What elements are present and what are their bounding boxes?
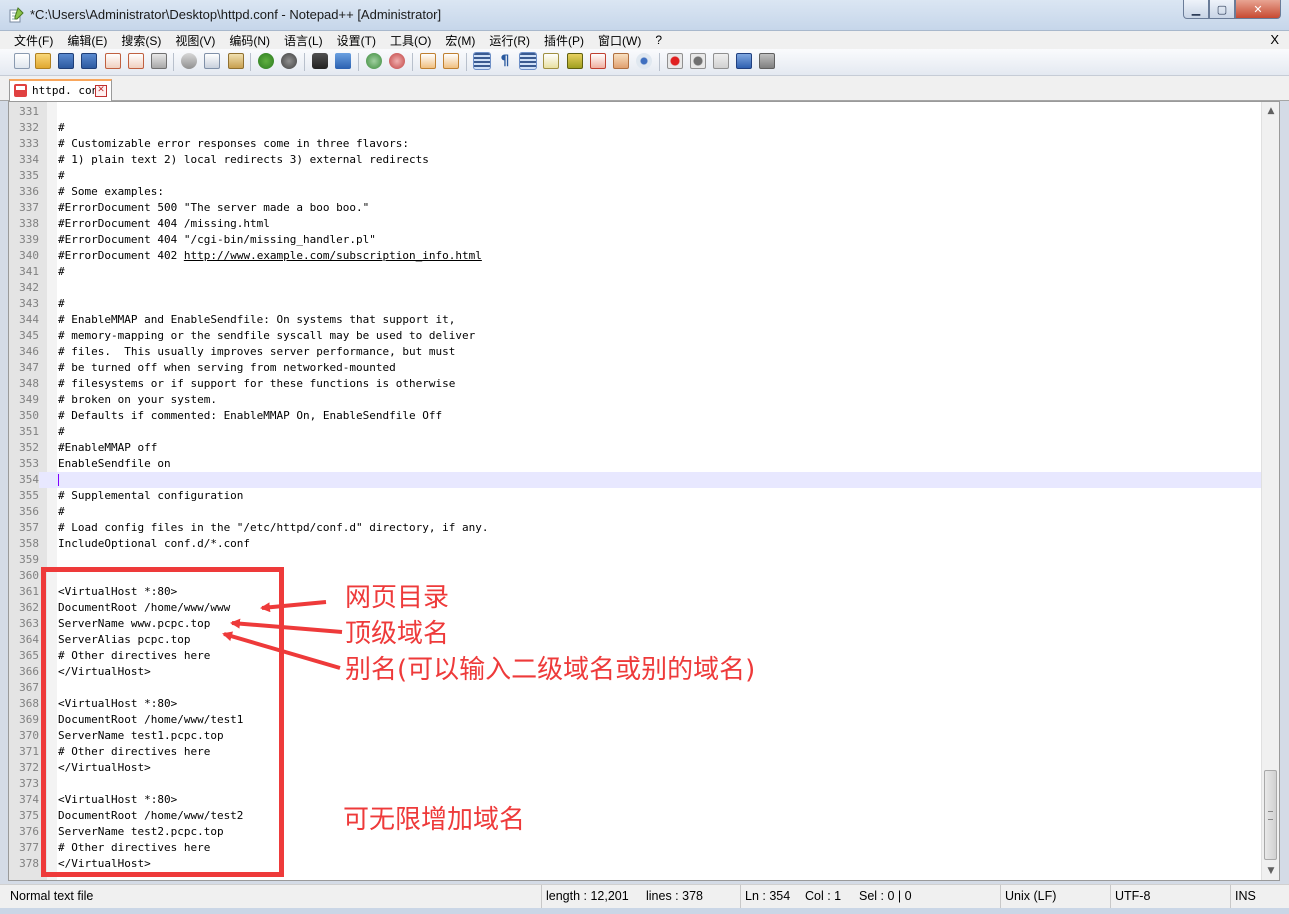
status-col: Col : 1 (805, 889, 842, 903)
annotation-top-domain: 顶级域名 (345, 619, 450, 649)
window-bottom-frame (0, 908, 1289, 914)
status-insert-mode: INS (1230, 885, 1256, 908)
status-sel: Sel : 0 | 0 (859, 889, 912, 903)
arrow-alias (222, 631, 341, 670)
status-bar: Normal text file length : 12,201 lines :… (0, 884, 1289, 908)
status-length: length : 12,201 (541, 885, 629, 908)
status-eol: Unix (LF) (1000, 885, 1056, 908)
status-file-type: Normal text file (10, 889, 94, 903)
annotation-unlimited: 可无限增加域名 (343, 805, 526, 835)
status-ln: Ln : 354 (740, 885, 790, 908)
status-encoding: UTF-8 (1110, 885, 1150, 908)
annotation-alias: 别名(可以输入二级域名或别的域名) (345, 655, 756, 685)
arrow-top-domain (230, 618, 343, 634)
annotation-arrows (222, 600, 343, 670)
arrow-doc-root (260, 600, 327, 613)
annotation-doc-root: 网页目录 (345, 583, 450, 613)
status-lines: lines : 378 (646, 889, 703, 903)
